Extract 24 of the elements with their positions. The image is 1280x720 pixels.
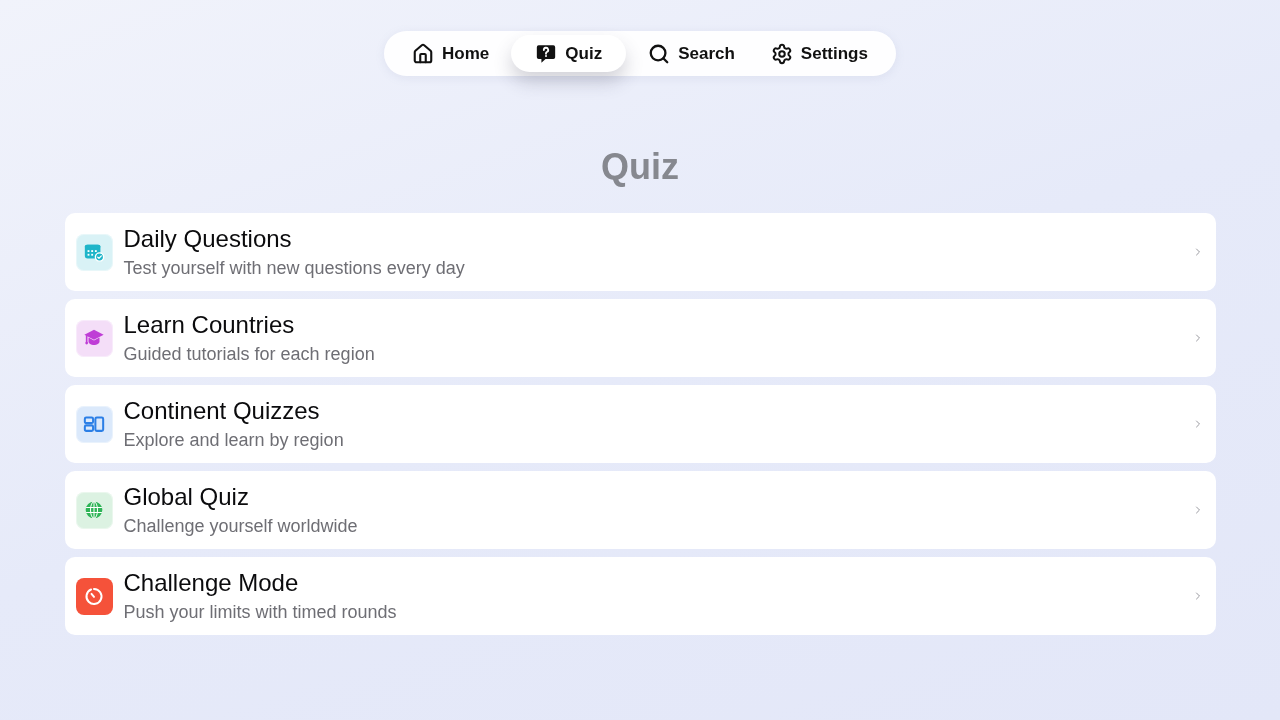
nav-tab[interactable]: Settings (756, 35, 882, 72)
menu-item[interactable]: Global Quiz Challenge yourself worldwide (64, 471, 1216, 549)
item-subtitle: Push your limits with timed rounds (123, 601, 398, 624)
settings-icon (770, 42, 793, 65)
menu-item[interactable]: Continent Quizzes Explore and learn by region (64, 385, 1216, 463)
question-bubble-icon (535, 42, 558, 65)
nav-tab[interactable]: Home (398, 35, 504, 72)
menu-item[interactable]: Daily Questions Test yourself with new questions every day (64, 213, 1216, 291)
menu-item[interactable]: Learn Countries Guided tutorials for each region (64, 299, 1216, 377)
item-subtitle: Explore and learn by region (123, 429, 345, 452)
menu-item[interactable]: Challenge Mode Push your limits with timed rounds (64, 557, 1216, 635)
house-icon (412, 42, 435, 65)
item-title: Learn Countries (123, 310, 296, 340)
item-subtitle: Guided tutorials for each region (123, 343, 376, 366)
item-title: Global Quiz (123, 482, 250, 512)
page-title: Quiz (601, 146, 679, 188)
item-title: Continent Quizzes (123, 396, 321, 426)
item-title: Challenge Mode (123, 568, 300, 598)
item-subtitle: Challenge yourself worldwide (123, 515, 359, 538)
nav-tab[interactable]: Quiz (511, 35, 627, 72)
item-title: Daily Questions (123, 224, 293, 254)
item-subtitle: Test yourself with new questions every day (123, 257, 466, 280)
nav-tab[interactable]: Search (634, 35, 749, 72)
search-icon (648, 42, 671, 65)
